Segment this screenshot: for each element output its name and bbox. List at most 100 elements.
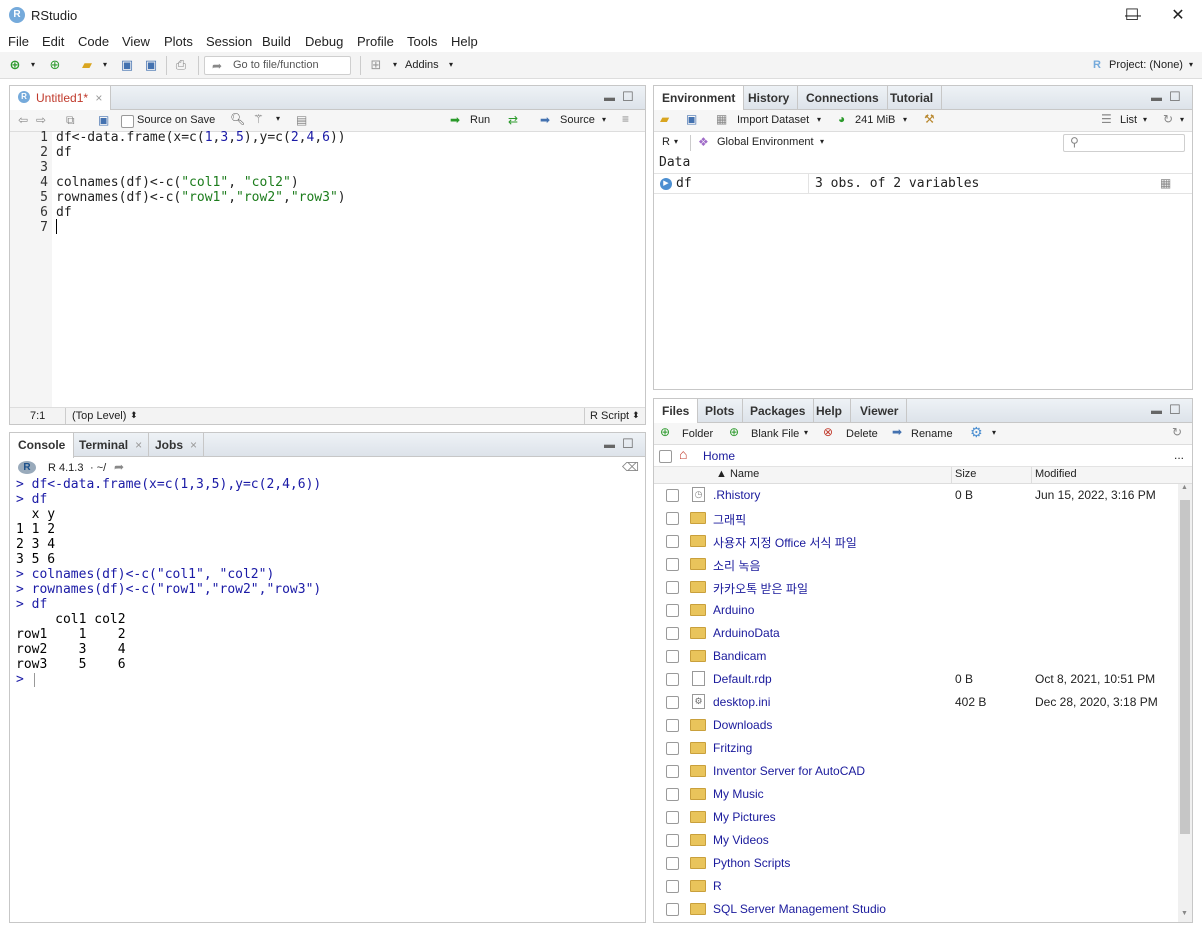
working-directory[interactable]: · ~/ (90, 462, 106, 474)
file-name-link[interactable]: Python Scripts (713, 856, 790, 870)
select-all-checkbox[interactable] (659, 450, 672, 463)
menu-session[interactable]: Session (206, 34, 252, 49)
back-icon[interactable]: ⇦ (18, 113, 28, 127)
save-workspace-icon[interactable]: ▣ (686, 112, 697, 126)
tab-console[interactable]: Console (10, 433, 75, 458)
go-to-directory-icon[interactable]: ➦ (114, 460, 124, 474)
show-in-window-icon[interactable]: ⧉ (66, 113, 75, 128)
file-select-checkbox[interactable] (666, 742, 679, 755)
maximize-pane-icon[interactable]: ☐ (1169, 89, 1181, 105)
new-project-icon[interactable]: ⊕ (46, 57, 64, 73)
code-line[interactable]: rownames(df)<-c("row1","row2","row3") (56, 190, 346, 205)
file-name-link[interactable]: R (713, 879, 722, 893)
file-name-link[interactable]: 사용자 지정 Office 서식 파일 (713, 534, 857, 551)
file-row[interactable]: My Music (654, 783, 1178, 806)
open-file-icon[interactable]: ▰ (78, 57, 96, 73)
scroll-up-icon[interactable]: ▲ (1181, 484, 1188, 491)
menu-help[interactable]: Help (451, 34, 478, 49)
save-all-icon[interactable]: ▣ (142, 57, 160, 73)
scrollbar-thumb[interactable] (1180, 500, 1190, 834)
file-name-link[interactable]: Arduino (713, 603, 754, 617)
file-row[interactable]: 카카오톡 받은 파일 (654, 576, 1178, 599)
memory-dropdown-icon[interactable]: ▾ (903, 115, 907, 124)
pane-layout-dropdown-icon[interactable]: ▾ (386, 57, 404, 73)
delete-button[interactable]: Delete (846, 428, 878, 440)
file-row[interactable]: Default.rdp 0 B Oct 8, 2021, 10:51 PM (654, 668, 1178, 691)
file-select-checkbox[interactable] (666, 788, 679, 801)
blank-file-dropdown-icon[interactable]: ▾ (804, 428, 808, 437)
file-select-checkbox[interactable] (666, 765, 679, 778)
file-select-checkbox[interactable] (666, 489, 679, 502)
file-name-link[interactable]: My Music (713, 787, 764, 801)
import-dataset-dropdown-icon[interactable]: ▾ (817, 115, 821, 124)
new-folder-icon[interactable]: ⊕ (660, 425, 670, 439)
home-icon[interactable]: ⌂ (679, 446, 687, 462)
load-workspace-icon[interactable]: ▰ (660, 112, 669, 126)
col-modified-header[interactable]: Modified (1035, 468, 1077, 480)
col-name-header[interactable]: ▲ Name (716, 468, 759, 480)
more-dropdown-icon[interactable]: ▾ (992, 428, 996, 437)
tab-environment[interactable]: Environment (654, 86, 745, 111)
scope-dropdown-icon[interactable]: ⬍ (130, 410, 138, 421)
compile-report-icon[interactable]: ▤ (296, 113, 307, 127)
scope-menu[interactable]: (Top Level) (72, 410, 126, 422)
file-name-link[interactable]: .Rhistory (713, 488, 760, 502)
clear-console-icon[interactable]: ⌫ (622, 460, 639, 474)
close-tab-icon[interactable]: × (95, 91, 102, 105)
file-select-checkbox[interactable] (666, 558, 679, 571)
minimize-pane-icon[interactable]: ▬ (604, 92, 615, 104)
tab-packages[interactable]: Packages (742, 399, 815, 423)
file-select-checkbox[interactable] (666, 696, 679, 709)
goto-file-input[interactable]: ➦ Go to file/function (204, 56, 351, 75)
expand-object-icon[interactable]: ▶ (660, 178, 672, 190)
file-select-checkbox[interactable] (666, 535, 679, 548)
file-select-checkbox[interactable] (666, 903, 679, 916)
file-row[interactable]: Inventor Server for AutoCAD (654, 760, 1178, 783)
refresh-icon[interactable]: ↻ (1163, 112, 1173, 126)
language-menu[interactable]: R (662, 136, 670, 148)
file-type-menu[interactable]: R Script (590, 410, 629, 422)
file-select-checkbox[interactable] (666, 581, 679, 594)
file-name-link[interactable]: Inventor Server for AutoCAD (713, 764, 865, 778)
file-select-checkbox[interactable] (666, 834, 679, 847)
file-row[interactable]: Python Scripts (654, 852, 1178, 875)
find-icon[interactable]: 🔍︎ (230, 112, 245, 126)
tab-history[interactable]: History (740, 86, 799, 110)
menu-file[interactable]: File (8, 34, 29, 49)
list-view-icon[interactable]: ☰ (1101, 112, 1112, 126)
memory-usage[interactable]: 241 MiB (855, 114, 895, 126)
file-name-link[interactable]: SQL Server Management Studio (713, 902, 886, 916)
save-icon[interactable]: ▣ (118, 57, 136, 73)
file-row[interactable]: ◷ .Rhistory 0 B Jun 15, 2022, 3:16 PM (654, 484, 1178, 507)
maximize-pane-icon[interactable]: ☐ (622, 89, 634, 105)
new-file-dropdown-icon[interactable]: ▾ (24, 57, 42, 73)
delete-icon[interactable]: ⊗ (823, 425, 833, 439)
file-row[interactable]: ArduinoData (654, 622, 1178, 645)
maximize-pane-icon[interactable]: ☐ (1169, 402, 1181, 418)
close-button[interactable]: ✕ (1155, 0, 1201, 31)
file-row[interactable]: Downloads (654, 714, 1178, 737)
forward-icon[interactable]: ⇨ (36, 113, 46, 127)
file-row[interactable]: 그래픽 (654, 507, 1178, 530)
run-button[interactable]: Run (470, 114, 490, 126)
file-row[interactable]: Fritzing (654, 737, 1178, 760)
view-mode-menu[interactable]: List (1120, 114, 1137, 126)
file-row[interactable]: Arduino (654, 599, 1178, 622)
new-blank-file-icon[interactable]: ⊕ (729, 425, 739, 439)
file-name-link[interactable]: Fritzing (713, 741, 752, 755)
code-area[interactable]: 1 df<-data.frame(x=c(1,3,5),y=c(2,4,6)) 2 d… (10, 128, 645, 408)
file-name-link[interactable]: My Videos (713, 833, 769, 847)
tab-terminal[interactable]: Terminal × (71, 433, 150, 457)
file-row[interactable]: My Videos (654, 829, 1178, 852)
menu-plots[interactable]: Plots (164, 34, 193, 49)
file-name-link[interactable]: 카카오톡 받은 파일 (713, 580, 808, 597)
maximize-button[interactable]: ☐ (1109, 0, 1155, 31)
file-select-checkbox[interactable] (666, 880, 679, 893)
file-row[interactable]: Bandicam (654, 645, 1178, 668)
breadcrumb-home[interactable]: Home (703, 449, 735, 463)
menu-build[interactable]: Build (262, 34, 291, 49)
addins-dropdown-icon[interactable]: ▾ (442, 57, 460, 73)
code-line[interactable]: df (56, 205, 72, 220)
file-select-checkbox[interactable] (666, 512, 679, 525)
open-file-dropdown-icon[interactable]: ▾ (96, 57, 114, 73)
